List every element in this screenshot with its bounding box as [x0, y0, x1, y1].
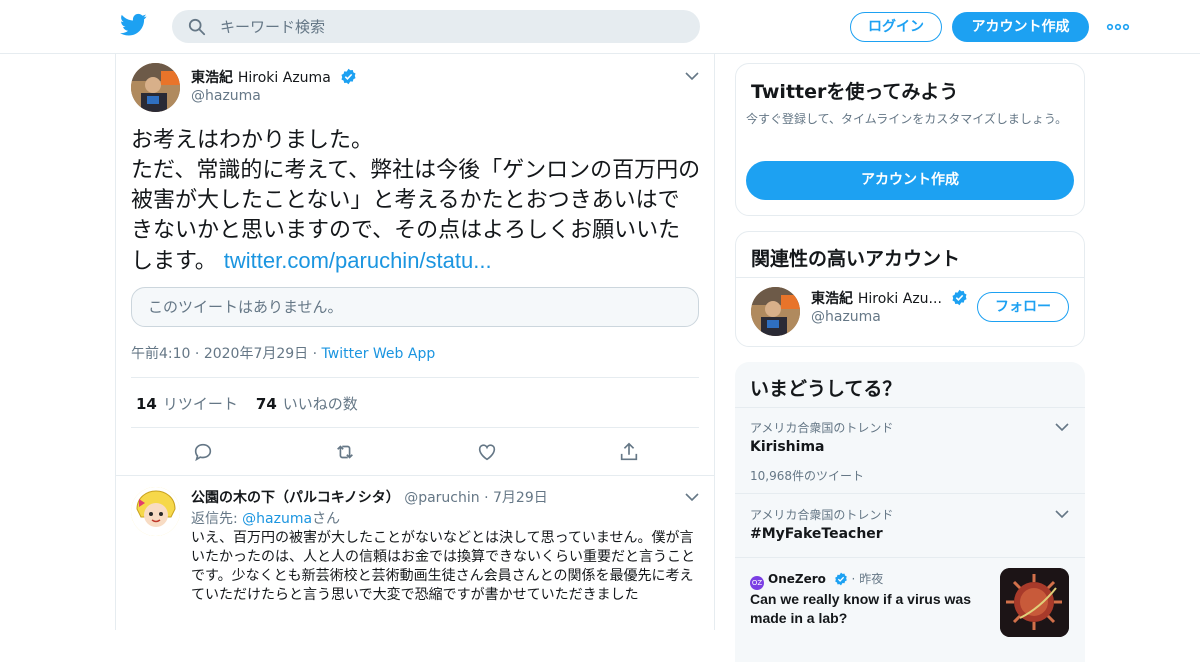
- signup-card-button[interactable]: アカウント作成: [746, 161, 1074, 200]
- verified-badge-icon: [952, 289, 967, 306]
- tweet-author-handle[interactable]: @hazuma: [191, 88, 261, 104]
- tweet-author-name[interactable]: 東浩紀 Hiroki Azuma: [191, 67, 357, 87]
- onezero-logo-icon: OZ: [750, 576, 764, 590]
- trend-name: #MyFakeTeacher: [750, 526, 883, 542]
- divider: [735, 493, 1085, 494]
- tweet-column: 東浩紀 Hiroki Azuma @hazuma お考えはわかりました。 ただ、…: [115, 54, 715, 630]
- like-count: 74: [255, 395, 277, 413]
- retweet-stat[interactable]: 14 リツイート: [136, 395, 238, 413]
- twitter-logo-icon[interactable]: [120, 13, 147, 37]
- virus-image: [1000, 568, 1069, 637]
- reply-header: 公園の木の下（パルコキノシタ） @paruchin · 7月29日: [191, 490, 548, 506]
- reply-icon[interactable]: [192, 441, 214, 463]
- retweet-count: 14: [136, 395, 157, 413]
- tweet-source[interactable]: Twitter Web App: [322, 346, 436, 362]
- news-source: OZ OneZero · 昨夜: [750, 570, 883, 590]
- tweet-link[interactable]: twitter.com/paruchin/statu...: [224, 248, 492, 273]
- reply-to-prefix: 返信先:: [191, 511, 243, 527]
- related-account-handle[interactable]: @hazuma: [811, 309, 881, 325]
- tweet-stats: 14 リツイート 74 いいねの数: [136, 393, 358, 414]
- search-icon: [188, 18, 206, 36]
- trends-title: いまどうしてる？: [750, 378, 902, 400]
- divider: [736, 277, 1084, 278]
- follow-button[interactable]: フォロー: [977, 292, 1069, 322]
- news-source-name: OneZero: [768, 572, 826, 586]
- related-name-en: Hiroki Azu...: [857, 291, 942, 307]
- related-accounts-card: 関連性の高いアカウント 東浩紀 Hiroki Azu... @hazuma フォ…: [735, 231, 1085, 347]
- news-title: Can we really know if a virus was made i…: [750, 591, 971, 626]
- divider: [116, 475, 714, 476]
- trends-card: いまどうしてる？ アメリカ合衆国のトレンド Kirishima 10,968件の…: [735, 362, 1085, 662]
- retweet-label: リツイート: [162, 395, 238, 413]
- reply-avatar[interactable]: [131, 487, 180, 536]
- tweet-time[interactable]: 午前4:10: [131, 346, 190, 362]
- author-name-jp: 東浩紀: [191, 70, 233, 86]
- reply-date[interactable]: 7月29日: [493, 490, 548, 506]
- signup-card: Twitterを使ってみよう 今すぐ登録して、タイムラインをカスタマイズしましょ…: [735, 63, 1085, 216]
- reply-text: いえ、百万円の被害が大したことがないなどとは決して思っていません。僕が言いたかっ…: [191, 530, 695, 603]
- reply-to-suffix: さん: [312, 511, 341, 527]
- related-accounts-title: 関連性の高いアカウント: [751, 248, 961, 270]
- like-stat[interactable]: 74 いいねの数: [256, 395, 358, 413]
- divider: [735, 407, 1085, 408]
- reply-author-handle[interactable]: @paruchin: [404, 490, 479, 506]
- chevron-down-icon[interactable]: [1055, 422, 1069, 432]
- reply-to: 返信先: @hazumaさん: [191, 508, 340, 528]
- news-thumbnail: [1000, 568, 1069, 637]
- signup-card-text: 今すぐ登録して、タイムラインをカスタマイズしましょう。: [746, 112, 1068, 126]
- trend-context: アメリカ合衆国のトレンド: [750, 421, 894, 435]
- chevron-down-icon[interactable]: [1055, 509, 1069, 519]
- more-options-icon[interactable]: [1106, 18, 1130, 36]
- retweet-icon[interactable]: [334, 441, 356, 463]
- reply-avatar-image: [131, 487, 180, 536]
- divider: [131, 427, 699, 428]
- signup-button[interactable]: アカウント作成: [952, 12, 1089, 42]
- news-time: 昨夜: [859, 572, 884, 586]
- quoted-tweet-unavailable[interactable]: このツイートはありません。: [131, 287, 699, 327]
- reply-to-handle[interactable]: @hazuma: [242, 511, 312, 527]
- chevron-down-icon[interactable]: [685, 492, 699, 502]
- like-icon[interactable]: [476, 441, 498, 463]
- tweet-date[interactable]: 2020年7月29日: [204, 346, 308, 362]
- avatar-image: [131, 63, 180, 112]
- trend-count: 10,968件のツイート: [750, 469, 864, 483]
- related-avatar-image: [751, 287, 800, 336]
- like-label: いいねの数: [282, 395, 358, 413]
- verified-badge-icon: [834, 572, 847, 586]
- author-name-en: Hiroki Azuma: [237, 70, 331, 86]
- tweet-meta: 午前4:10 · 2020年7月29日 · Twitter Web App: [131, 346, 436, 362]
- trend-context: アメリカ合衆国のトレンド: [750, 508, 894, 522]
- trend-name: Kirishima: [750, 439, 825, 455]
- login-button[interactable]: ログイン: [850, 12, 942, 42]
- divider: [735, 557, 1085, 558]
- related-avatar[interactable]: [751, 287, 800, 336]
- related-account-name[interactable]: 東浩紀 Hiroki Azu...: [811, 288, 968, 308]
- signup-card-title: Twitterを使ってみよう: [751, 81, 959, 103]
- divider: [131, 377, 699, 378]
- tweet-text: お考えはわかりました。 ただ、常識的に考えて、弊社は今後「ゲンロンの百万円の被害…: [131, 126, 701, 277]
- search-box[interactable]: [172, 10, 700, 43]
- share-icon[interactable]: [618, 441, 640, 463]
- reply-author-name[interactable]: 公園の木の下（パルコキノシタ）: [191, 490, 400, 506]
- verified-badge-icon: [341, 68, 356, 85]
- related-name-jp: 東浩紀: [811, 291, 853, 307]
- avatar[interactable]: [131, 63, 180, 112]
- search-input[interactable]: [220, 10, 680, 43]
- top-bar: ログイン アカウント作成: [0, 0, 1200, 54]
- chevron-down-icon[interactable]: [685, 71, 699, 81]
